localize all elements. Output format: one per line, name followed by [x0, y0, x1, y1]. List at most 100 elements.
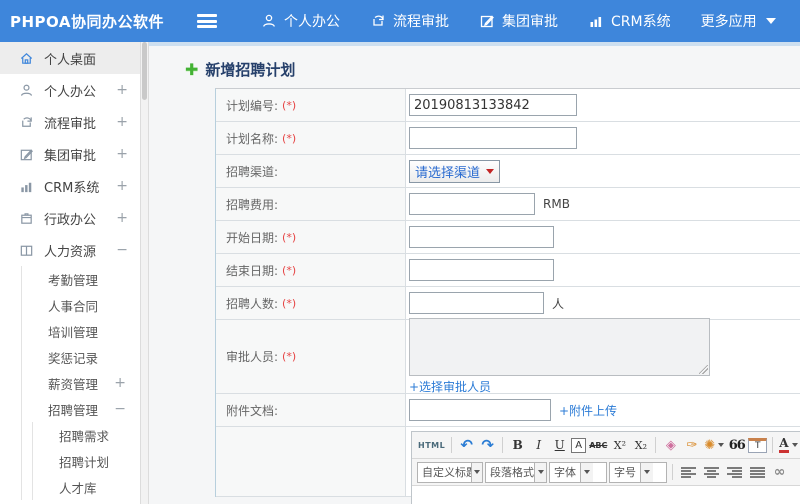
- sidebar-item-group-approval[interactable]: 集团审批 +: [0, 138, 140, 170]
- sidebar-item-personal-office[interactable]: 个人办公 +: [0, 74, 140, 106]
- field-label: 招聘人数:: [226, 296, 279, 311]
- auto-typeset-button[interactable]: ✺: [703, 435, 725, 455]
- plan-name-input[interactable]: [409, 127, 577, 149]
- paste-text-button[interactable]: T: [748, 437, 768, 453]
- field-label: 开始日期:: [226, 230, 279, 245]
- blockquote-button[interactable]: 66: [727, 435, 746, 455]
- sidebar-item-rewards[interactable]: 奖惩记录: [22, 344, 140, 370]
- approvers-textarea[interactable]: [409, 318, 710, 376]
- form-row-plan-number: 计划编号: (*): [216, 89, 800, 122]
- editor-label-cell: [216, 427, 406, 496]
- form-row-plan-name: 计划名称: (*): [216, 122, 800, 155]
- undo-icon[interactable]: ↶: [457, 435, 476, 455]
- menu-toggle-icon[interactable]: [197, 14, 217, 28]
- nav-group-approval[interactable]: 集团审批: [479, 11, 558, 31]
- currency-suffix: RMB: [543, 197, 570, 211]
- select-approvers-link[interactable]: +选择审批人员: [409, 378, 491, 395]
- sidebar-item-hr-contract[interactable]: 人事合同: [22, 292, 140, 318]
- sidebar-item-recruit-mgmt[interactable]: 招聘管理 −: [22, 396, 140, 422]
- nav-workflow-approval[interactable]: 流程审批: [370, 11, 449, 31]
- align-center-icon[interactable]: [704, 466, 719, 478]
- edit-icon: [479, 13, 495, 29]
- form-row-attachment: 附件文档: +附件上传: [216, 394, 800, 427]
- page-title: ✚ 新增招聘计划: [185, 59, 296, 79]
- end-date-input[interactable]: [409, 259, 554, 281]
- content-top-strip: [149, 42, 800, 46]
- char-border-button[interactable]: A: [571, 437, 587, 453]
- align-right-icon[interactable]: [727, 466, 742, 478]
- required-marker: (*): [282, 263, 297, 277]
- unit-suffix: 人: [552, 296, 565, 311]
- font-family-dropdown[interactable]: 字体: [549, 461, 607, 483]
- collapse-icon[interactable]: −: [114, 401, 126, 417]
- superscript-button[interactable]: X²: [610, 435, 629, 455]
- strikethrough-button[interactable]: ABC: [588, 435, 608, 455]
- expand-icon[interactable]: +: [116, 114, 128, 130]
- nav-crm-system[interactable]: CRM系统: [588, 11, 671, 31]
- top-nav: 个人办公 流程审批 集团审批 CRM系统 更多应用: [261, 11, 776, 31]
- hr-submenu: 考勤管理 人事合同 培训管理 奖惩记录 薪资管理 + 招聘管理 − 招聘需求 招…: [21, 266, 140, 500]
- caret-down-icon: [534, 462, 546, 482]
- sidebar-item-salary[interactable]: 薪资管理 +: [22, 370, 140, 396]
- nav-personal-office[interactable]: 个人办公: [261, 11, 340, 31]
- attachment-input[interactable]: [409, 399, 551, 421]
- bar-chart-icon: [18, 179, 35, 194]
- plan-number-input[interactable]: [409, 94, 577, 116]
- subscript-button[interactable]: X₂: [631, 435, 650, 455]
- collapse-icon[interactable]: −: [116, 242, 128, 258]
- cost-input[interactable]: [409, 193, 535, 215]
- font-color-button[interactable]: A: [778, 435, 798, 455]
- underline-button[interactable]: U: [550, 435, 569, 455]
- sidebar-item-desktop[interactable]: 个人桌面: [0, 42, 140, 74]
- insert-link-icon[interactable]: ∞: [770, 462, 789, 482]
- expand-icon[interactable]: +: [114, 375, 126, 391]
- paragraph-format-dropdown[interactable]: 段落格式: [485, 461, 547, 483]
- expand-icon[interactable]: +: [116, 82, 128, 98]
- caret-down-icon: [765, 18, 776, 24]
- expand-icon[interactable]: +: [116, 178, 128, 194]
- field-label: 计划名称:: [226, 131, 279, 146]
- form-row-channel: 招聘渠道: 请选择渠道: [216, 155, 800, 188]
- rich-text-editor: HTML ↶ ↷ B I U A ABC X² X₂ ◈ ✑ ✺ 66 T A …: [411, 431, 800, 504]
- form-row-end-date: 结束日期: (*): [216, 254, 800, 287]
- caret-down-icon: [486, 168, 495, 174]
- format-eraser-icon[interactable]: ◈: [661, 435, 680, 455]
- sidebar-item-recruit-demand[interactable]: 招聘需求: [33, 422, 140, 448]
- required-marker: (*): [282, 98, 297, 112]
- sidebar-item-recruit-plan[interactable]: 招聘计划: [33, 448, 140, 474]
- form-row-editor: HTML ↶ ↷ B I U A ABC X² X₂ ◈ ✑ ✺ 66 T A …: [216, 427, 800, 504]
- format-brush-icon[interactable]: ✑: [682, 435, 701, 455]
- editor-content-area[interactable]: [412, 486, 800, 504]
- font-size-dropdown[interactable]: 字号: [609, 461, 667, 483]
- sidebar-item-training[interactable]: 培训管理: [22, 318, 140, 344]
- start-date-input[interactable]: [409, 226, 554, 248]
- headcount-input[interactable]: [409, 292, 544, 314]
- field-label: 招聘渠道:: [226, 164, 279, 179]
- sidebar-scrollbar[interactable]: [140, 42, 149, 504]
- sidebar-item-attendance[interactable]: 考勤管理: [22, 266, 140, 292]
- scrollbar-thumb[interactable]: [142, 42, 147, 100]
- nav-more-apps[interactable]: 更多应用: [701, 11, 776, 31]
- caret-down-icon: [640, 462, 653, 482]
- sidebar-item-hr[interactable]: 人力资源 −: [0, 234, 140, 266]
- field-label: 计划编号:: [226, 98, 279, 113]
- expand-icon[interactable]: +: [116, 146, 128, 162]
- custom-title-dropdown[interactable]: 自定义标题: [417, 461, 483, 483]
- align-left-icon[interactable]: [681, 466, 696, 478]
- html-source-button[interactable]: HTML: [417, 435, 446, 455]
- italic-button[interactable]: I: [529, 435, 548, 455]
- redo-icon[interactable]: ↷: [478, 435, 497, 455]
- attachment-upload-link[interactable]: +附件上传: [559, 402, 617, 419]
- form-row-cost: 招聘费用: RMB: [216, 188, 800, 221]
- sidebar-item-workflow-approval[interactable]: 流程审批 +: [0, 106, 140, 138]
- expand-icon[interactable]: +: [116, 210, 128, 226]
- sidebar-item-talent-pool[interactable]: 人才库: [33, 474, 140, 500]
- recruit-plan-form: 计划编号: (*) 计划名称: (*) 招聘渠道: 请选择: [215, 88, 800, 504]
- align-justify-icon[interactable]: [750, 466, 765, 478]
- bar-chart-icon: [588, 13, 604, 29]
- bold-button[interactable]: B: [508, 435, 527, 455]
- sidebar-item-admin-office[interactable]: 行政办公 +: [0, 202, 140, 234]
- channel-select[interactable]: 请选择渠道: [409, 159, 501, 183]
- recruit-submenu: 招聘需求 招聘计划 人才库: [32, 422, 140, 500]
- sidebar-item-crm[interactable]: CRM系统 +: [0, 170, 140, 202]
